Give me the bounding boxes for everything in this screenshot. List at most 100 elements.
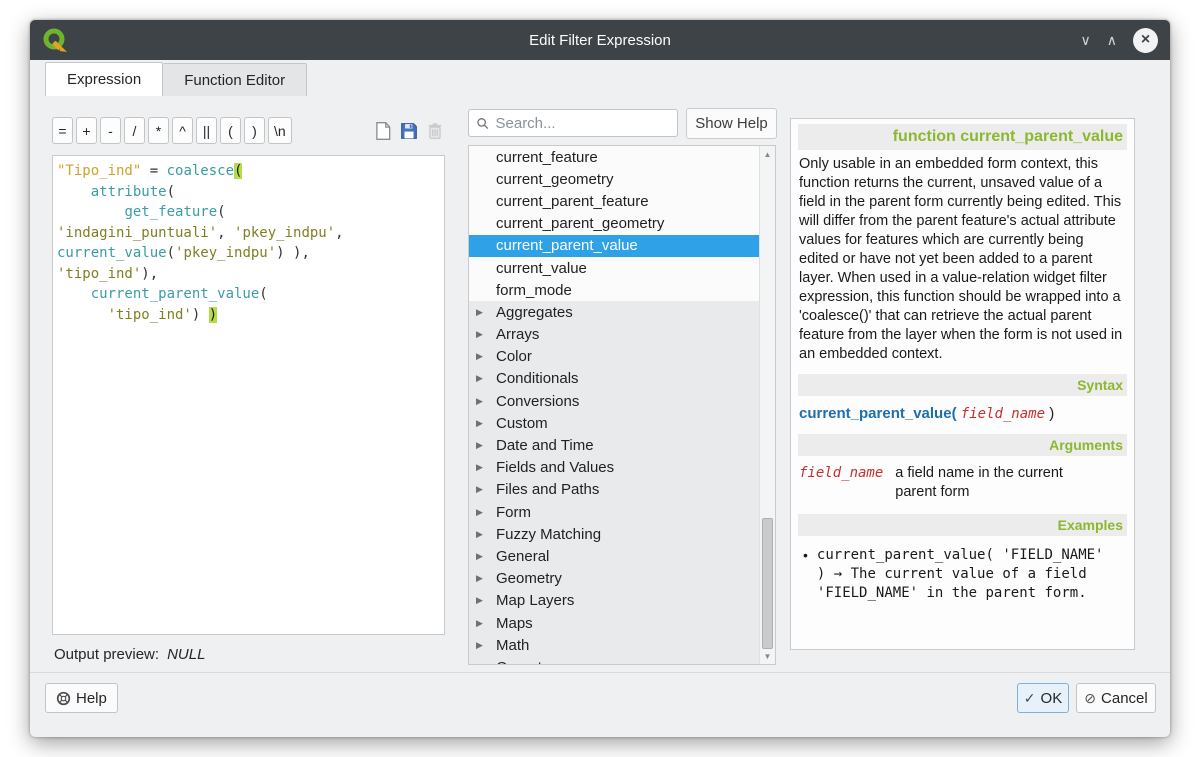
save-expression-button[interactable]	[397, 118, 420, 143]
group-item-conversions[interactable]: ▶Conversions	[469, 390, 759, 412]
new-file-icon	[374, 121, 392, 141]
edit-filter-expression-dialog: Edit Filter Expression ∨ ∧ × Expression …	[30, 20, 1170, 737]
operator-button-\n[interactable]: \n	[268, 117, 292, 144]
help-description: Only usable in an embedded form context,…	[798, 150, 1127, 374]
group-item-geometry[interactable]: ▶Geometry	[469, 568, 759, 590]
group-item-form[interactable]: ▶Form	[469, 501, 759, 523]
scroll-up-arrow[interactable]: ▲	[760, 146, 775, 162]
group-item-files-and-paths[interactable]: ▶Files and Paths	[469, 479, 759, 501]
expand-arrow-icon[interactable]: ▶	[476, 440, 496, 451]
operator-button-*[interactable]: *	[148, 117, 169, 144]
show-help-button[interactable]: Show Help	[686, 108, 777, 139]
window-maximize-button[interactable]: ∧	[1107, 33, 1117, 47]
expand-arrow-icon[interactable]: ▶	[476, 640, 496, 651]
search-box	[468, 109, 678, 137]
operator-button-)[interactable]: )	[244, 117, 265, 144]
function-list: current_feature current_geometry current_p…	[468, 145, 776, 665]
bullet-icon: •	[803, 546, 808, 603]
expand-arrow-icon[interactable]: ▶	[476, 329, 496, 340]
group-item-math[interactable]: ▶Math	[469, 634, 759, 656]
expand-arrow-icon[interactable]: ▶	[476, 373, 496, 384]
arguments-header: Arguments	[798, 434, 1127, 456]
operator-button-/[interactable]: /	[124, 117, 145, 144]
group-item-label: Form	[496, 504, 531, 521]
tab-function-editor[interactable]: Function Editor	[163, 63, 307, 96]
title-bar[interactable]: Edit Filter Expression ∨ ∧ ×	[30, 20, 1170, 60]
function-item-label: current_parent_value	[496, 237, 638, 254]
group-item-color[interactable]: ▶Color	[469, 346, 759, 368]
group-item-label: Files and Paths	[496, 481, 599, 498]
group-item-label: Geometry	[496, 570, 562, 587]
expand-arrow-icon[interactable]: ▶	[476, 396, 496, 407]
tab-expression[interactable]: Expression	[45, 62, 163, 96]
expand-arrow-icon[interactable]: ▶	[476, 551, 496, 562]
group-item-date-and-time[interactable]: ▶Date and Time	[469, 434, 759, 456]
operator-button-=[interactable]: =	[52, 117, 73, 144]
function-item-current_feature[interactable]: current_feature	[469, 146, 759, 168]
scroll-down-arrow[interactable]: ▼	[760, 648, 775, 664]
group-item-fields-and-values[interactable]: ▶Fields and Values	[469, 457, 759, 479]
function-item-current_parent_geometry[interactable]: current_parent_geometry	[469, 213, 759, 235]
code-line: 'tipo_ind'),	[57, 264, 440, 285]
save-floppy-icon	[400, 122, 418, 140]
function-item-label: current_geometry	[496, 171, 614, 188]
output-preview: Output preview:NULL	[54, 646, 205, 663]
argument-description: a field name in the current parent form	[895, 464, 1090, 502]
function-item-current_parent_feature[interactable]: current_parent_feature	[469, 190, 759, 212]
group-item-fuzzy-matching[interactable]: ▶Fuzzy Matching	[469, 523, 759, 545]
operator-button-([interactable]: (	[220, 117, 241, 144]
expand-arrow-icon[interactable]: ▶	[476, 595, 496, 606]
code-line: get_feature(	[57, 202, 440, 223]
group-item-label: General	[496, 548, 549, 565]
search-input[interactable]	[496, 115, 671, 132]
scrollbar-thumb[interactable]	[762, 518, 773, 649]
group-item-aggregates[interactable]: ▶Aggregates	[469, 301, 759, 323]
expand-arrow-icon[interactable]: ▶	[476, 529, 496, 540]
delete-expression-button[interactable]	[423, 118, 446, 143]
output-preview-value: NULL	[167, 646, 205, 663]
window-minimize-button[interactable]: ∨	[1081, 33, 1091, 47]
group-item-label: Conversions	[496, 393, 579, 410]
tab-expression-label: Expression	[67, 71, 141, 88]
group-item-label: Map Layers	[496, 592, 574, 609]
arguments-list: field_namea field name in the current pa…	[798, 456, 1127, 514]
function-item-current_geometry[interactable]: current_geometry	[469, 168, 759, 190]
group-item-maps[interactable]: ▶Maps	[469, 612, 759, 634]
window-close-button[interactable]: ×	[1133, 28, 1158, 53]
operator-button-+[interactable]: +	[76, 117, 97, 144]
expand-arrow-icon[interactable]: ▶	[476, 418, 496, 429]
expand-arrow-icon[interactable]: ▶	[476, 507, 496, 518]
help-lifebuoy-icon	[56, 691, 71, 706]
group-item-conditionals[interactable]: ▶Conditionals	[469, 368, 759, 390]
new-expression-button[interactable]	[371, 118, 394, 143]
expression-editor[interactable]: "Tipo_ind" = coalesce( attribute( get_fe…	[52, 155, 445, 635]
operator-button-^[interactable]: ^	[172, 117, 193, 144]
operator-button--[interactable]: -	[100, 117, 121, 144]
expand-arrow-icon[interactable]: ▶	[476, 662, 496, 664]
cancel-button[interactable]: ⊘ Cancel	[1076, 683, 1156, 713]
ok-button[interactable]: ✓ OK	[1017, 683, 1069, 713]
function-list-scrollbar[interactable]: ▲ ▼	[759, 146, 775, 664]
help-title: function current_parent_value	[798, 124, 1127, 150]
function-item-current_parent_value[interactable]: current_parent_value	[469, 235, 759, 257]
group-item-map-layers[interactable]: ▶Map Layers	[469, 590, 759, 612]
expression-file-toolbar	[371, 118, 446, 143]
function-item-form_mode[interactable]: form_mode	[469, 279, 759, 301]
argument-row: field_namea field name in the current pa…	[798, 456, 1127, 514]
expand-arrow-icon[interactable]: ▶	[476, 618, 496, 629]
help-button[interactable]: Help	[45, 683, 118, 713]
expand-arrow-icon[interactable]: ▶	[476, 307, 496, 318]
expand-arrow-icon[interactable]: ▶	[476, 351, 496, 362]
cancel-slash-icon: ⊘	[1084, 690, 1096, 707]
tab-function-editor-label: Function Editor	[184, 72, 285, 89]
group-item-general[interactable]: ▶General	[469, 545, 759, 567]
group-item-operators[interactable]: ▶Operators	[469, 656, 759, 664]
group-item-custom[interactable]: ▶Custom	[469, 412, 759, 434]
group-item-arrays[interactable]: ▶Arrays	[469, 324, 759, 346]
operator-button-||[interactable]: ||	[196, 117, 217, 144]
expand-arrow-icon[interactable]: ▶	[476, 484, 496, 495]
expand-arrow-icon[interactable]: ▶	[476, 573, 496, 584]
expand-arrow-icon[interactable]: ▶	[476, 462, 496, 473]
function-item-current_value[interactable]: current_value	[469, 257, 759, 279]
group-item-label: Maps	[496, 615, 533, 632]
